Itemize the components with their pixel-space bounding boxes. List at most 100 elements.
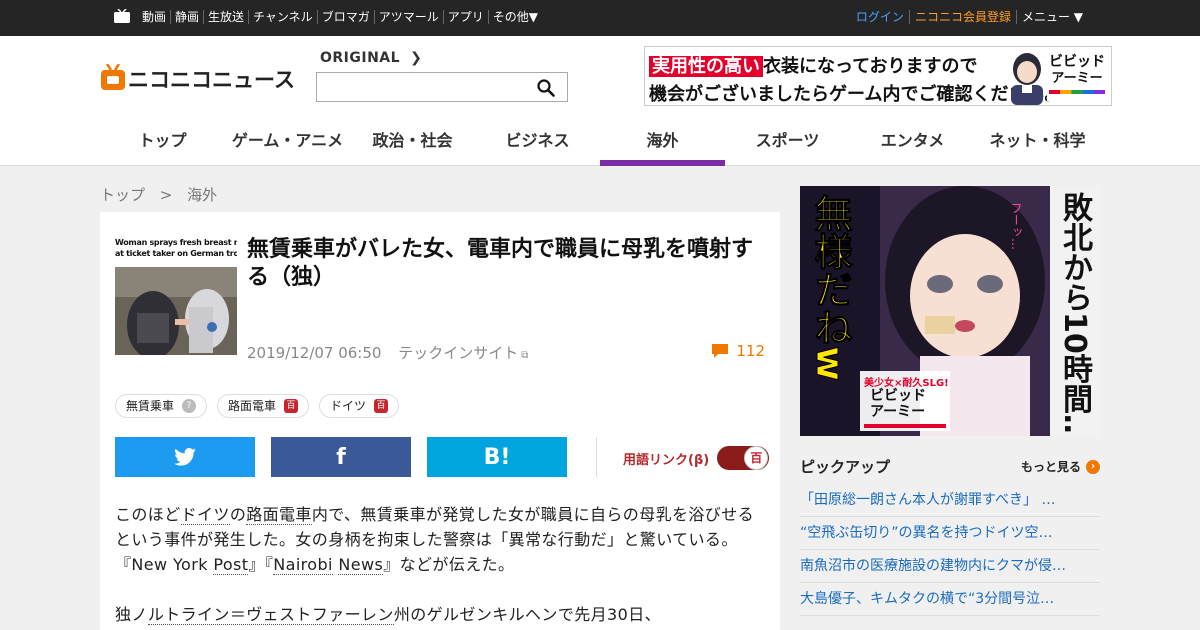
service-link-blomaga[interactable]: ブロマガ bbox=[316, 10, 374, 24]
pickup-item[interactable]: “空飛ぶ缶切り”の異名を持つドイツ空… bbox=[800, 517, 1100, 550]
service-link-douga[interactable]: 動画 bbox=[138, 10, 170, 24]
article-date: 2019/12/07 06:50 bbox=[247, 344, 382, 362]
search-input[interactable] bbox=[317, 73, 527, 101]
body-text: 』『 bbox=[248, 555, 274, 574]
body-text: 独ノ bbox=[115, 605, 148, 624]
search-box bbox=[316, 72, 568, 102]
ad-line-1: 実用性の高い 衣装になっておりますので bbox=[649, 52, 978, 78]
share-hatena-button[interactable]: B! bbox=[427, 437, 567, 477]
ad-brand-logo: ビビッド アーミー bbox=[1047, 53, 1107, 101]
term-link[interactable]: ドイツ bbox=[180, 505, 230, 525]
pickup-list: 「田原総一朗さん本人が謝罪すべき」 … “空飛ぶ缶切り”の異名を持つドイツ空… … bbox=[800, 484, 1100, 616]
help-icon: ? bbox=[182, 399, 197, 413]
ad-line-1-rest: 衣装になっておりますので bbox=[763, 56, 978, 77]
pickup-title: ピックアップ bbox=[800, 458, 891, 476]
global-top-bar: 動画 静画 生放送 チャンネル ブロマガ アツマール アプリ その他▼ ログイン… bbox=[0, 0, 1200, 36]
service-links: 動画 静画 生放送 チャンネル ブロマガ アツマール アプリ その他▼ bbox=[138, 10, 542, 24]
breadcrumb-current[interactable]: 海外 bbox=[187, 186, 217, 204]
article-card: Woman sprays fresh breast milk at ticket… bbox=[100, 212, 780, 630]
external-link-icon: ⧉ bbox=[521, 350, 529, 361]
tag-label: 無賃乗車 bbox=[126, 399, 175, 413]
share-twitter-button[interactable] bbox=[115, 437, 255, 477]
register-link[interactable]: ニコニコ会員登録 bbox=[908, 10, 1016, 24]
menu-dropdown[interactable]: メニュー ▼ bbox=[1015, 10, 1088, 24]
header-ad-banner[interactable]: 実用性の高い 衣装になっておりますので 機会がございましたらゲーム内でご確認くださ… bbox=[644, 46, 1112, 106]
tag-item[interactable]: 路面電車 百 bbox=[217, 394, 310, 418]
pickup-header: ピックアップ もっと見る › bbox=[800, 456, 1100, 477]
ad-brand-line-2: アーミー bbox=[870, 404, 926, 420]
sidebar-ad[interactable]: 無様だねw 敗北から10時間… フーッ… 美少女×耐久SLG! ビビッド アーミ… bbox=[800, 186, 1100, 436]
search-icon[interactable] bbox=[537, 79, 555, 97]
body-text: 』などが伝えた。 bbox=[383, 555, 515, 574]
service-link-live[interactable]: 生放送 bbox=[203, 10, 248, 24]
term-link[interactable]: 路面電車 bbox=[246, 505, 312, 525]
article-paragraph: 独ノルトライン＝ヴェストファーレン州のゲルゼンキルヘンで先月30日、 bbox=[115, 602, 765, 627]
share-divider bbox=[596, 437, 597, 477]
hatena-bookmark-icon: B! bbox=[483, 444, 511, 470]
tab-top[interactable]: トップ bbox=[100, 124, 225, 166]
tab-game-anime[interactable]: ゲーム・アニメ bbox=[225, 124, 350, 166]
nicopedia-icon: 百 bbox=[284, 399, 299, 413]
body-text: このほど bbox=[115, 505, 181, 524]
term-link[interactable]: ルトライン＝ヴェストファーレン bbox=[147, 605, 394, 625]
ad-tagline: 美少女×耐久SLG! bbox=[864, 378, 949, 389]
body-text: の bbox=[229, 505, 247, 524]
original-label: ORIGINAL bbox=[320, 50, 401, 66]
thumbnail-photo bbox=[115, 267, 237, 355]
tag-label: 路面電車 bbox=[228, 399, 277, 413]
breadcrumb-home[interactable]: トップ bbox=[100, 186, 145, 204]
twitter-bird-icon bbox=[174, 448, 196, 466]
service-link-more[interactable]: その他▼ bbox=[487, 10, 542, 24]
logo-text: ニコニコニュース bbox=[128, 68, 295, 92]
comment-count: 112 bbox=[736, 342, 765, 360]
body-text: 州のゲルゼンキルヘンで先月30日、 bbox=[393, 605, 661, 624]
term-link[interactable]: Nairobi bbox=[273, 555, 333, 575]
tag-list: 無賃乗車 ? 路面電車 百 ドイツ 百 bbox=[115, 394, 409, 418]
pickup-item[interactable]: 「田原総一朗さん本人が謝罪すべき」 … bbox=[800, 484, 1100, 517]
comment-count-link[interactable]: 112 bbox=[712, 342, 765, 360]
account-links: ログイン ニコニコ会員登録 メニュー ▼ bbox=[851, 10, 1088, 24]
article-thumbnail[interactable]: Woman sprays fresh breast milk at ticket… bbox=[115, 237, 237, 357]
thumbnail-caption-2: at ticket taker on German trolley bbox=[115, 249, 237, 258]
tab-sports[interactable]: スポーツ bbox=[725, 124, 850, 166]
term-link[interactable]: News bbox=[338, 555, 384, 575]
tab-overseas[interactable]: 海外 bbox=[600, 124, 725, 166]
more-label: もっと見る bbox=[1020, 460, 1081, 474]
original-link[interactable]: ORIGINAL ❯ bbox=[320, 50, 422, 66]
more-link[interactable]: もっと見る › bbox=[1021, 458, 1100, 475]
tag-item[interactable]: 無賃乗車 ? bbox=[115, 394, 208, 418]
site-header: ニコニコニュース ORIGINAL ❯ 実用性の高い 衣装になっておりますので 機会… bbox=[0, 36, 1200, 166]
ad-brand-line-2: アーミー bbox=[1051, 71, 1103, 86]
article-title: 無賃乗車がバレた女、電車内で職員に母乳を噴射する（独） bbox=[247, 237, 754, 290]
tag-item[interactable]: ドイツ 百 bbox=[319, 394, 400, 418]
term-link[interactable]: Post bbox=[213, 555, 249, 575]
nicopedia-icon: 百 bbox=[374, 399, 389, 413]
login-link[interactable]: ログイン bbox=[851, 10, 909, 24]
term-link-label: 用語リンク(β) bbox=[623, 452, 710, 468]
pickup-item[interactable]: 大島優子、キムタクの横で“3分間号泣… bbox=[800, 583, 1100, 616]
ad-sfx-text: フーッ… bbox=[1009, 202, 1023, 250]
toggle-switch[interactable]: 百 bbox=[717, 446, 770, 470]
article-paragraph: このほどドイツの路面電車内で、無賃乗車が発覚した女が職員に自らの母乳を浴びせると… bbox=[115, 502, 765, 577]
ad-brand-line-1: ビビッド bbox=[870, 388, 926, 404]
service-link-channel[interactable]: チャンネル bbox=[248, 10, 317, 24]
breadcrumb-separator: > bbox=[159, 186, 173, 204]
article-source[interactable]: テックインサイト bbox=[398, 344, 518, 362]
tag-label: ドイツ bbox=[330, 399, 367, 413]
niconico-news-logo[interactable]: ニコニコニュース bbox=[100, 64, 305, 92]
service-link-atsumaru[interactable]: アツマール bbox=[373, 10, 443, 24]
tab-entertainment[interactable]: エンタメ bbox=[850, 124, 975, 166]
ad-vertical-text-right: 敗北から10時間… bbox=[1057, 192, 1092, 436]
tab-business[interactable]: ビジネス bbox=[475, 124, 600, 166]
share-facebook-button[interactable]: f bbox=[271, 437, 411, 477]
breadcrumb: トップ > 海外 bbox=[100, 184, 227, 205]
service-link-seiga[interactable]: 静画 bbox=[170, 10, 203, 24]
term-link-toggle[interactable]: 用語リンク(β) 百 bbox=[623, 446, 770, 470]
tab-politics[interactable]: 政治・社会 bbox=[350, 124, 475, 166]
tab-net-science[interactable]: ネット・科学 bbox=[975, 124, 1100, 166]
pickup-item[interactable]: 南魚沼市の医療施設の建物内にクマが侵… bbox=[800, 550, 1100, 583]
article-body: このほどドイツの路面電車内で、無賃乗車が発覚した女が職員に自らの母乳を浴びせると… bbox=[115, 502, 765, 630]
ad-vertical-text-left: 無様だねw bbox=[808, 193, 853, 382]
service-link-app[interactable]: アプリ bbox=[442, 10, 488, 24]
niconico-tv-icon[interactable] bbox=[114, 9, 130, 23]
